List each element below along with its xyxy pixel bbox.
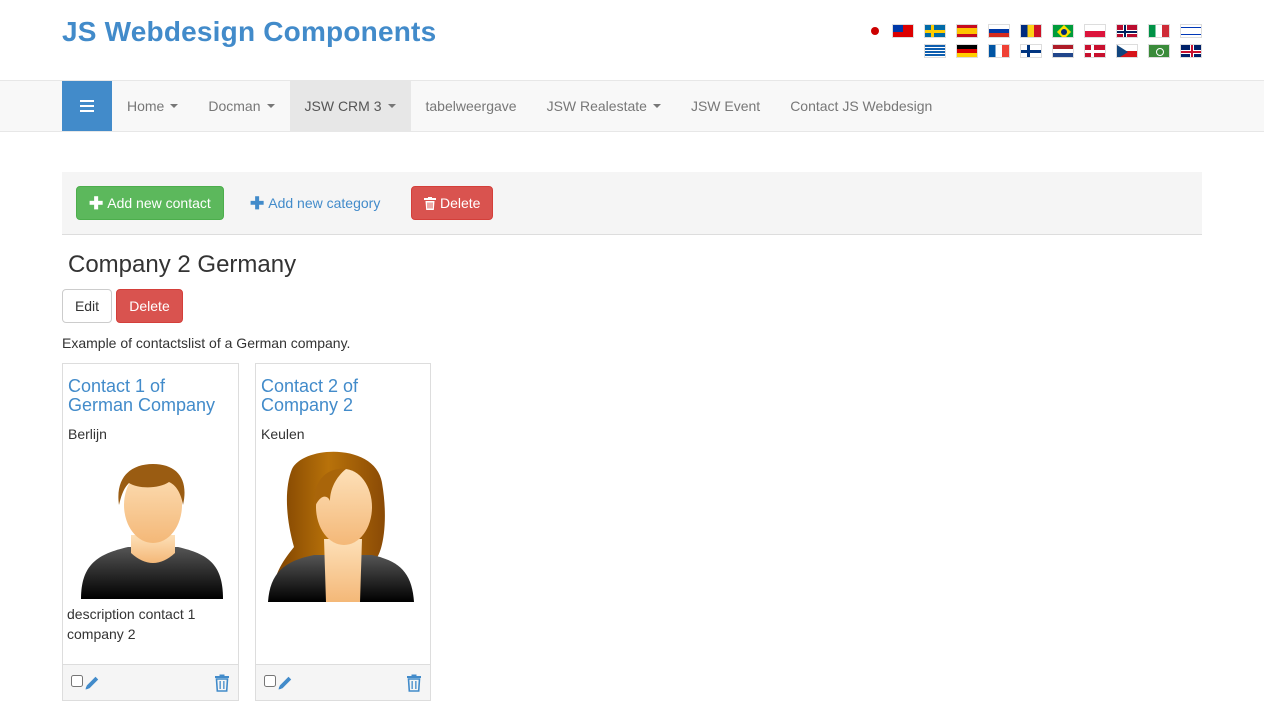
add-contact-button[interactable]: ✚ Add new contact	[76, 186, 224, 220]
nav-item-jsw-event[interactable]: JSW Event	[676, 81, 775, 131]
hamburger-icon	[80, 100, 94, 112]
nav-item-docman[interactable]: Docman	[193, 81, 289, 131]
pencil-icon[interactable]	[83, 674, 101, 692]
language-flags	[862, 24, 1202, 64]
trash-icon[interactable]	[214, 674, 230, 692]
flag-taiwan-icon[interactable]	[892, 24, 914, 38]
flag-poland-icon[interactable]	[1084, 24, 1106, 38]
flag-russia-icon[interactable]	[988, 24, 1010, 38]
card-footer	[256, 664, 430, 700]
trash-icon[interactable]	[406, 674, 422, 692]
plus-icon: ✚	[250, 193, 265, 213]
trash-icon	[424, 196, 436, 210]
site-title[interactable]: JS Webdesign Components	[62, 16, 436, 48]
category-description: Example of contactslist of a German comp…	[62, 335, 351, 351]
contact-select-checkbox[interactable]	[71, 675, 83, 687]
contact-select-checkbox[interactable]	[264, 675, 276, 687]
edit-category-button[interactable]: Edit	[62, 289, 112, 323]
nav-item-label: Contact JS Webdesign	[790, 98, 933, 114]
contact-name-link[interactable]: Contact 2 of Company 2	[261, 377, 426, 415]
flag-italy-icon[interactable]	[1148, 24, 1170, 38]
flag-finland-icon[interactable]	[1020, 44, 1042, 58]
caret-down-icon	[266, 104, 275, 108]
nav-item-tabelweergave[interactable]: tabelweergave	[411, 81, 532, 131]
caret-down-icon	[387, 104, 396, 108]
nav-item-label: tabelweergave	[425, 98, 517, 114]
nav-item-label: JSW CRM 3	[304, 98, 382, 114]
flag-norway-icon[interactable]	[1116, 24, 1138, 38]
nav-item-label: JSW Event	[690, 98, 761, 114]
nav-item-jsw-crm[interactable]: JSW CRM 3	[289, 81, 411, 131]
nav-item-label: Docman	[208, 98, 261, 114]
flag-greece-icon[interactable]	[924, 44, 946, 58]
caret-down-icon	[170, 104, 179, 108]
male-avatar	[81, 464, 223, 599]
delete-selected-button[interactable]: Delete	[411, 186, 494, 220]
nav-item-label: Home	[127, 98, 165, 114]
button-label: Add new category	[268, 195, 381, 211]
delete-category-button[interactable]: Delete	[116, 289, 183, 323]
flag-romania-icon[interactable]	[1020, 24, 1042, 38]
card-footer	[63, 664, 238, 700]
flag-uk-icon[interactable]	[1180, 44, 1202, 58]
flag-denmark-icon[interactable]	[1084, 44, 1106, 58]
contact-card: Contact 2 of Company 2 Keulen	[255, 363, 431, 701]
flag-japan-icon[interactable]	[868, 24, 882, 38]
nav-item-label: JSW Realestate	[546, 98, 647, 114]
female-avatar	[268, 451, 414, 602]
add-category-button[interactable]: ✚ Add new category	[242, 186, 388, 220]
button-label: Delete	[440, 195, 481, 211]
flag-sweden-icon[interactable]	[924, 24, 946, 38]
flag-czech-icon[interactable]	[1116, 44, 1138, 58]
contact-name-link[interactable]: Contact 1 of German Company	[68, 377, 233, 415]
button-label: Add new contact	[107, 195, 211, 211]
category-title: Company 2 Germany	[68, 251, 297, 278]
flag-france-icon[interactable]	[988, 44, 1010, 58]
flag-netherlands-icon[interactable]	[1052, 44, 1074, 58]
nav-item-contact[interactable]: Contact JS Webdesign	[775, 81, 947, 131]
crm-toolbar: ✚ Add new contact ✚ Add new category Del…	[62, 172, 1202, 235]
nav-item-home[interactable]: Home	[112, 81, 193, 131]
contact-description: description contact 1 company 2	[67, 606, 196, 642]
plus-icon: ✚	[89, 193, 104, 213]
contact-city: Keulen	[261, 426, 305, 442]
flag-germany-icon[interactable]	[956, 44, 978, 58]
menu-toggle-button[interactable]	[62, 81, 112, 131]
flag-arabic-icon[interactable]	[1148, 44, 1170, 58]
main-navbar: Home Docman JSW CRM 3 tabelweergave JSW …	[0, 80, 1264, 132]
pencil-icon[interactable]	[276, 674, 294, 692]
nav-item-jsw-realestate[interactable]: JSW Realestate	[532, 81, 676, 131]
contact-city: Berlijn	[68, 426, 107, 442]
flag-brazil-icon[interactable]	[1052, 24, 1074, 38]
caret-down-icon	[652, 104, 661, 108]
contact-card: Contact 1 of German Company Berlijn desc…	[62, 363, 239, 701]
flag-israel-icon[interactable]	[1180, 24, 1202, 38]
flag-spain-icon[interactable]	[956, 24, 978, 38]
